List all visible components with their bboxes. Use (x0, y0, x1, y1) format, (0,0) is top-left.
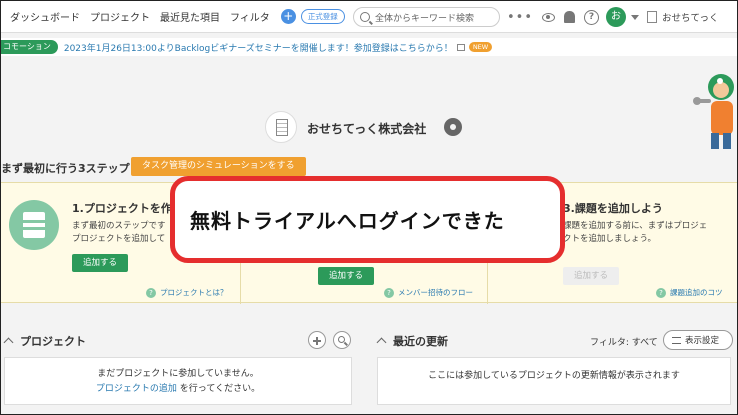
promotion-tag: コモーション (1, 40, 58, 54)
projects-title: プロジェクト (20, 335, 86, 348)
add-project-link[interactable]: プロジェクトの追加 (96, 384, 177, 394)
search-project-button[interactable] (333, 331, 351, 349)
issue-help-link[interactable]: ? 課題追加のコツ (656, 287, 723, 298)
help-circle-icon: ? (384, 287, 394, 298)
step3-desc-line1: 課題を追加する前に、まずはプロジェ (563, 221, 708, 231)
sliders-icon (672, 336, 681, 344)
announcement-bar: コモーション 2023年1月26日13:00よりBacklogビギナーズセミナー… (1, 38, 737, 56)
add-project-icon-button[interactable] (308, 331, 326, 349)
add-icon[interactable]: + (280, 9, 296, 24)
updates-title: 最近の更新 (393, 335, 448, 348)
search-placeholder: 全体からキーワード検索 (375, 13, 475, 24)
search-icon (360, 12, 370, 22)
projects-empty-line2: プロジェクトの追加 を行ってください。 (5, 382, 351, 397)
avatar[interactable]: お (606, 7, 627, 27)
updates-section-toggle[interactable]: 最近の更新 (376, 333, 448, 349)
step1-desc-line2: プロジェクトを追加して (72, 234, 166, 244)
help-icon[interactable]: ? (584, 9, 600, 25)
more-icon[interactable]: ••• (507, 10, 533, 25)
projects-empty-text: まだプロジェクトに参加していません。 (97, 369, 259, 379)
member-help-link[interactable]: ? メンバー招待のフロー (384, 287, 473, 298)
search-icon (338, 336, 345, 343)
building-icon (276, 119, 288, 136)
plus-icon (313, 337, 321, 344)
add-issue-button[interactable]: 追加する (563, 267, 620, 285)
updates-empty-text: ここには参加しているプロジェクトの更新情報が表示されます (428, 371, 680, 381)
app-window: ダッシュボード プロジェクト 最近見た項目 フィルタ + 正式登録 全体からキー… (0, 0, 738, 415)
step3-title: 3.課題を追加しよう (563, 202, 663, 215)
project-help-label: プロジェクトとは？ (160, 288, 228, 297)
projects-empty-suffix: を行ってください。 (176, 384, 261, 394)
nav-recent[interactable]: 最近見た項目 (155, 9, 225, 24)
issue-help-label: 課題追加のコツ (670, 288, 723, 297)
updates-empty-box: ここには参加しているプロジェクトの更新情報が表示されます (377, 357, 731, 405)
nav-dashboard[interactable]: ダッシュボード (1, 9, 85, 24)
search-input[interactable]: 全体からキーワード検索 (353, 7, 500, 27)
project-help-link[interactable]: ? プロジェクトとは？ (146, 287, 228, 298)
nav-filter[interactable]: フィルタ (225, 9, 275, 24)
project-icon (9, 200, 59, 250)
space-icon (647, 11, 658, 23)
new-badge: NEW (468, 42, 493, 52)
nav-projects[interactable]: プロジェクト (85, 9, 155, 24)
simulation-button[interactable]: タスク管理のシミュレーションをする (131, 157, 306, 176)
display-settings-button[interactable]: 表示設定 (663, 330, 733, 350)
external-link-icon (456, 43, 465, 51)
page-title: おせちてっく株式会社 (307, 122, 427, 136)
help-circle-icon: ? (146, 287, 156, 298)
member-help-label: メンバー招待のフロー (398, 288, 473, 297)
chevron-up-icon (3, 337, 14, 348)
upgrade-button[interactable]: 正式登録 (300, 9, 345, 24)
bell-icon[interactable] (564, 11, 576, 23)
updates-filter[interactable]: フィルタ: すべて (590, 335, 658, 348)
step1-desc-line1: まず最初のステップです (72, 221, 166, 231)
add-project-button[interactable]: 追加する (72, 254, 129, 272)
space-name[interactable]: おせちてっく (662, 10, 718, 24)
chevron-down-icon[interactable] (631, 14, 640, 20)
chevron-up-icon (376, 337, 387, 348)
mascot-image (693, 74, 734, 149)
header-actions: ••• ? お おせちてっく (507, 1, 718, 33)
display-settings-label: 表示設定 (685, 336, 720, 346)
announcement-link[interactable]: 2023年1月26日13:00よりBacklogビギナーズセミナーを開催します！… (64, 41, 453, 54)
steps-heading: まず最初に行う3ステップ (1, 162, 130, 175)
projects-section-toggle[interactable]: プロジェクト (3, 333, 86, 349)
step1-title: 1.プロジェクトを作 (72, 202, 172, 215)
space-logo (265, 111, 297, 143)
annotation-callout: 無料トライアルへログインできた (170, 176, 565, 263)
projects-empty-box: まだプロジェクトに参加していません。 プロジェクトの追加 を行ってください。 (4, 357, 352, 405)
step3-desc-line2: クトを追加しましょう。 (563, 234, 656, 244)
gear-icon[interactable] (444, 118, 462, 136)
eye-icon[interactable] (542, 12, 556, 22)
callout-text: 無料トライアルへログインできた (190, 209, 505, 233)
help-circle-icon: ? (656, 287, 666, 298)
add-member-button[interactable]: 追加する (318, 267, 375, 285)
